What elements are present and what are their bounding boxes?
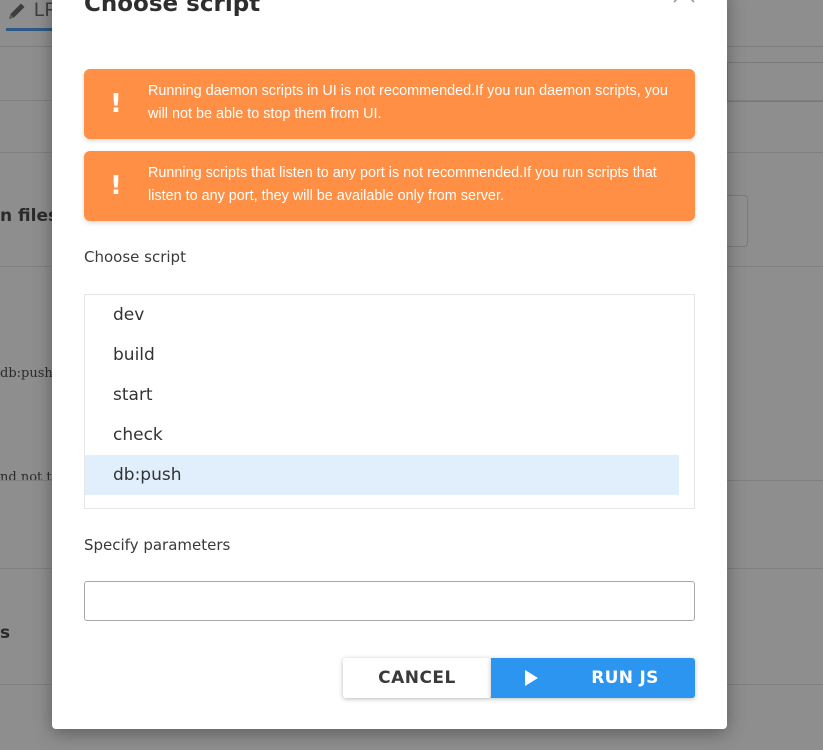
script-list[interactable]: dev build start check db:push <box>84 294 695 509</box>
script-item-dev[interactable]: dev <box>85 295 679 335</box>
background-tab: LF <box>4 0 56 32</box>
choose-script-label: Choose script <box>84 248 186 266</box>
run-button-label: RUN JS SCRIPT <box>590 668 660 728</box>
run-js-script-button[interactable]: RUN JS SCRIPT <box>491 658 695 728</box>
choose-script-dialog: Choose script ! Running daemon scripts i… <box>52 0 727 729</box>
background-row-label: db:push <box>0 366 53 381</box>
background-row-label: s <box>0 623 11 643</box>
daemon-warning-alert: ! Running daemon scripts in UI is not re… <box>84 69 695 139</box>
cancel-button[interactable]: CANCEL <box>343 658 491 698</box>
background-row-label: n files <box>0 206 59 226</box>
parameters-input[interactable] <box>84 581 695 621</box>
pencil-icon <box>9 3 25 19</box>
script-item-check[interactable]: check <box>85 415 679 455</box>
background-field <box>727 62 823 102</box>
close-icon <box>673 0 695 3</box>
warning-icon: ! <box>110 171 122 201</box>
script-item-db-push[interactable]: db:push <box>85 455 679 495</box>
alert-text: Running daemon scripts in UI is not reco… <box>148 83 668 122</box>
script-item-build[interactable]: build <box>85 335 679 375</box>
script-item-start[interactable]: start <box>85 375 679 415</box>
dialog-title: Choose script <box>84 0 261 17</box>
close-button[interactable] <box>670 0 698 10</box>
background-tab-underline <box>6 28 56 31</box>
parameters-label: Specify parameters <box>84 536 231 554</box>
background-row-label: nd not t <box>0 470 52 485</box>
alert-text: Running scripts that listen to any port … <box>148 165 657 204</box>
play-icon <box>525 670 538 686</box>
port-warning-alert: ! Running scripts that listen to any por… <box>84 151 695 221</box>
background-button <box>727 195 748 247</box>
warning-icon: ! <box>110 89 122 119</box>
